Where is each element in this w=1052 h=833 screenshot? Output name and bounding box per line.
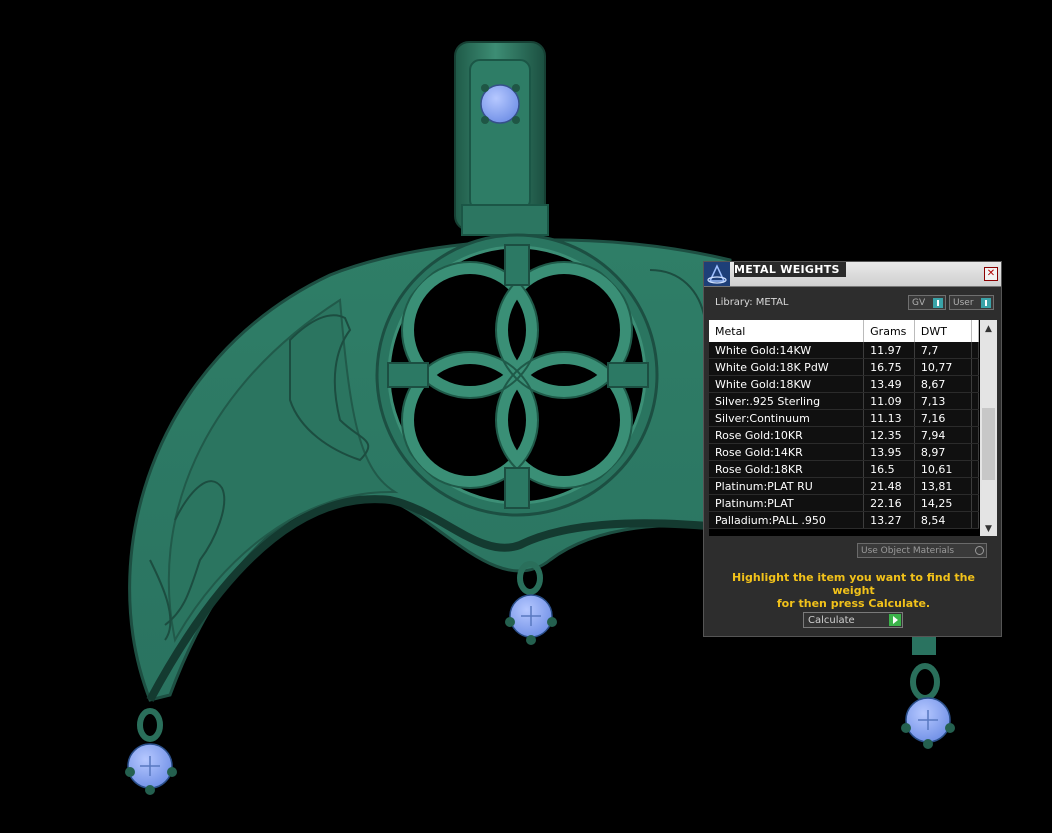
gem-bail — [480, 84, 520, 124]
cell-metal: Rose Gold:18KR — [709, 460, 865, 478]
calculate-button[interactable]: Calculate — [803, 612, 903, 628]
table-row[interactable]: White Gold:18K PdW 16.75 10,77 — [709, 358, 980, 376]
cell-metal: Silver:Continuum — [709, 409, 865, 427]
gv-label: GV — [912, 298, 926, 308]
dialog-titlebar[interactable]: METAL WEIGHTS ✕ — [704, 262, 1001, 287]
cell-metal: Rose Gold:10KR — [709, 426, 865, 444]
table-row[interactable]: Palladium:PALL .950 13.27 8,54 — [709, 511, 980, 529]
cell-grams: 11.13 — [863, 409, 915, 427]
cell-dwt: 7,7 — [914, 342, 972, 359]
cell-grams: 13.95 — [863, 443, 915, 461]
cell-spacer — [971, 375, 980, 393]
drop-center — [505, 561, 557, 645]
column-header-grams[interactable]: Grams — [863, 320, 915, 342]
cell-grams: 11.97 — [863, 342, 915, 359]
cell-dwt: 13,81 — [914, 477, 972, 495]
cell-grams: 13.27 — [863, 511, 915, 529]
cell-grams: 16.75 — [863, 358, 915, 376]
cell-dwt: 10,77 — [914, 358, 972, 376]
cell-grams: 13.49 — [863, 375, 915, 393]
info-icon — [981, 298, 991, 308]
calculate-label: Calculate — [808, 615, 855, 626]
gv-toggle[interactable]: GV — [908, 295, 946, 310]
table-header: Metal Grams DWT — [709, 320, 980, 342]
table-row[interactable]: Silver:Continuum 11.13 7,16 — [709, 409, 980, 427]
cell-spacer — [971, 460, 980, 478]
instruction-line-1: Highlight the item you want to find the … — [732, 571, 975, 597]
drop-left — [125, 708, 177, 795]
table-row[interactable]: Platinum:PLAT RU 21.48 13,81 — [709, 477, 980, 495]
cell-dwt: 7,94 — [914, 426, 972, 444]
cell-metal: Rose Gold:14KR — [709, 443, 865, 461]
column-header-spacer — [971, 320, 980, 342]
cell-spacer — [971, 358, 980, 376]
metal-weights-dialog: METAL WEIGHTS ✕ Library: METAL GV User M… — [703, 261, 1002, 637]
app-logo-icon — [704, 262, 730, 286]
pendant-bail — [454, 41, 549, 236]
user-label: User — [953, 298, 974, 308]
cell-grams: 16.5 — [863, 460, 915, 478]
use-object-materials-toggle[interactable]: Use Object Materials — [857, 543, 987, 558]
metal-table[interactable]: Metal Grams DWT White Gold:14KW 11.97 7,7 W… — [709, 320, 997, 536]
user-toggle[interactable]: User — [949, 295, 994, 310]
cell-metal: Palladium:PALL .950 — [709, 511, 865, 529]
cell-metal: Platinum:PLAT RU — [709, 477, 865, 495]
cell-dwt: 8,67 — [914, 375, 972, 393]
cell-grams: 21.48 — [863, 477, 915, 495]
chevron-down-icon[interactable]: ▼ — [980, 522, 997, 536]
table-scrollbar[interactable]: ▲ ▼ — [980, 320, 997, 536]
cell-spacer — [971, 342, 980, 359]
table-row[interactable]: Rose Gold:18KR 16.5 10,61 — [709, 460, 980, 478]
table-row[interactable]: White Gold:18KW 13.49 8,67 — [709, 375, 980, 393]
column-header-metal[interactable]: Metal — [709, 320, 865, 342]
cell-dwt: 10,61 — [914, 460, 972, 478]
column-header-dwt[interactable]: DWT — [914, 320, 972, 342]
table-row[interactable]: Silver:.925 Sterling 11.09 7,13 — [709, 392, 980, 410]
table-row[interactable]: White Gold:14KW 11.97 7,7 — [709, 342, 980, 359]
instruction-text: Highlight the item you want to find the … — [714, 571, 993, 610]
cell-dwt: 7,13 — [914, 392, 972, 410]
cell-dwt: 8,97 — [914, 443, 972, 461]
cell-grams: 22.16 — [863, 494, 915, 512]
table-row[interactable]: Platinum:PLAT 22.16 14,25 — [709, 494, 980, 512]
cell-metal: White Gold:18K PdW — [709, 358, 865, 376]
cell-spacer — [971, 477, 980, 495]
cell-grams: 12.35 — [863, 426, 915, 444]
instruction-line-2: for then press Calculate. — [776, 597, 931, 610]
chevron-up-icon[interactable]: ▲ — [980, 322, 997, 336]
cell-metal: Platinum:PLAT — [709, 494, 865, 512]
scrollbar-thumb[interactable] — [982, 408, 995, 480]
cell-spacer — [971, 443, 980, 461]
cell-grams: 11.09 — [863, 392, 915, 410]
radio-icon — [975, 546, 984, 555]
play-icon — [889, 614, 901, 626]
cell-dwt: 14,25 — [914, 494, 972, 512]
cell-metal: White Gold:18KW — [709, 375, 865, 393]
table-row[interactable]: Rose Gold:10KR 12.35 7,94 — [709, 426, 980, 444]
library-label: Library: METAL — [715, 297, 789, 308]
cell-dwt: 8,54 — [914, 511, 972, 529]
dialog-title: METAL WEIGHTS — [734, 262, 846, 277]
cell-dwt: 7,16 — [914, 409, 972, 427]
cell-metal: White Gold:14KW — [709, 342, 865, 359]
openwork-medallion — [375, 233, 659, 517]
info-icon — [933, 298, 943, 308]
cell-spacer — [971, 392, 980, 410]
cell-spacer — [971, 511, 980, 529]
close-icon[interactable]: ✕ — [984, 267, 998, 281]
drop-right — [901, 635, 955, 749]
cell-spacer — [971, 426, 980, 444]
cell-spacer — [971, 409, 980, 427]
cell-spacer — [971, 494, 980, 512]
table-row[interactable]: Rose Gold:14KR 13.95 8,97 — [709, 443, 980, 461]
cell-metal: Silver:.925 Sterling — [709, 392, 865, 410]
use-object-materials-label: Use Object Materials — [861, 546, 955, 556]
